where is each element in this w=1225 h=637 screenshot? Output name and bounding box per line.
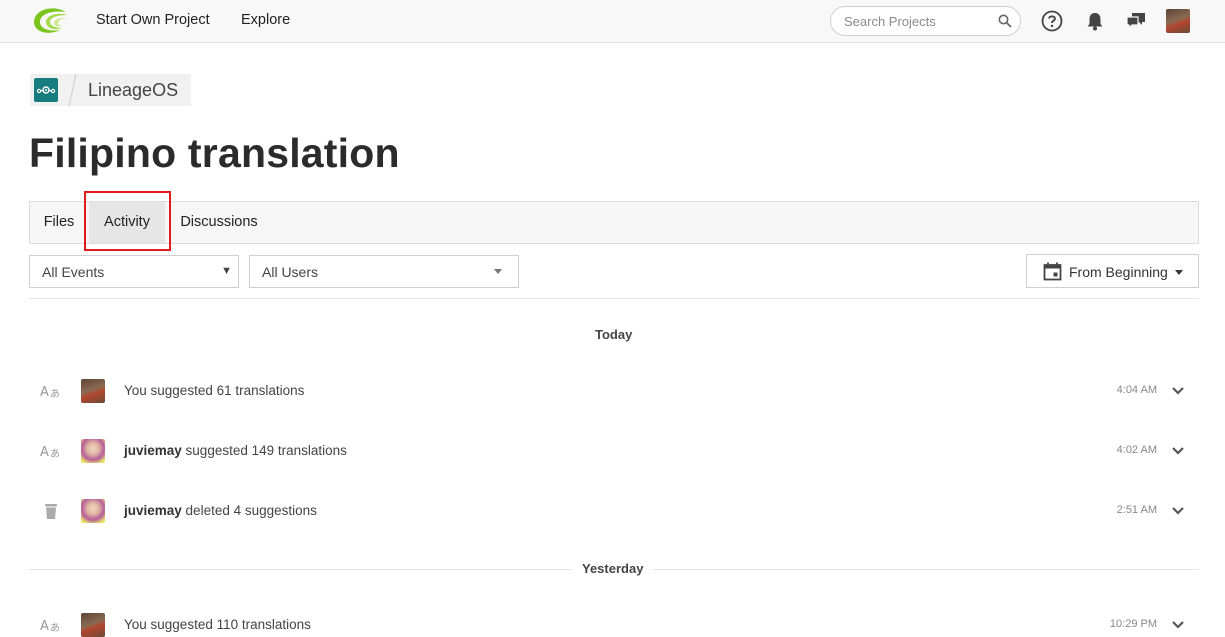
events-filter-select[interactable]: All Events ▼ — [29, 255, 239, 288]
user-avatar[interactable] — [1166, 9, 1190, 33]
help-icon[interactable] — [1041, 10, 1063, 32]
bell-icon[interactable] — [1084, 10, 1106, 32]
tab-files[interactable]: Files — [30, 202, 88, 243]
day-heading-today: Today — [585, 327, 643, 342]
activity-time: 2:51 AM — [1116, 504, 1157, 516]
activity-time: 4:04 AM — [1116, 384, 1157, 396]
activity-action: suggested 149 translations — [181, 443, 347, 458]
lineageos-logo-icon — [36, 86, 56, 94]
svg-text:あ: あ — [50, 388, 60, 400]
avatar[interactable] — [81, 379, 105, 403]
tab-activity[interactable]: Activity — [89, 202, 165, 243]
project-name: LineageOS — [88, 80, 179, 100]
chevron-down-icon[interactable] — [1171, 384, 1185, 398]
translate-icon: A あ — [40, 445, 60, 460]
activity-time: 10:29 PM — [1109, 618, 1157, 630]
search-icon[interactable] — [998, 14, 1012, 28]
caret-down-icon: ▼ — [221, 265, 232, 277]
day-heading-yesterday: Yesterday — [572, 561, 654, 576]
activity-user-link[interactable]: juviemay — [124, 503, 182, 518]
divider — [29, 298, 1199, 299]
translate-icon: A あ — [40, 385, 60, 400]
chevron-down-icon[interactable] — [1171, 504, 1185, 518]
avatar[interactable] — [81, 613, 105, 637]
tab-discussions[interactable]: Discussions — [170, 202, 268, 243]
search-box — [830, 6, 1021, 36]
trash-icon — [45, 504, 57, 519]
activity-time: 4:02 AM — [1116, 444, 1157, 456]
project-logo — [34, 78, 58, 102]
nav-explore[interactable]: Explore — [241, 12, 290, 28]
svg-text:A: A — [40, 619, 49, 634]
chevron-down-icon[interactable] — [1171, 618, 1185, 632]
activity-item: A あ You suggested 61 translations 4:04 A… — [29, 376, 1199, 406]
activity-text: You suggested 61 translations — [124, 383, 305, 398]
svg-text:あ: あ — [50, 622, 60, 634]
caret-down-icon — [1175, 270, 1183, 275]
search-input[interactable] — [844, 13, 994, 30]
users-filter-value: All Users — [262, 264, 319, 280]
page-title: Filipino translation — [29, 130, 400, 176]
tab-bar: Files Activity Discussions — [29, 201, 1199, 244]
activity-action: deleted 4 suggestions — [181, 503, 317, 518]
activity-text: juviemay suggested 149 translations — [124, 443, 347, 458]
caret-down-icon — [494, 269, 502, 274]
nav-start-own-project[interactable]: Start Own Project — [96, 12, 210, 28]
chevron-down-icon[interactable] — [1171, 444, 1185, 458]
activity-text: juviemay deleted 4 suggestions — [124, 503, 317, 518]
users-filter-select[interactable]: All Users — [249, 255, 519, 288]
date-range-label: From Beginning — [1069, 264, 1168, 280]
activity-item: A あ You suggested 110 translations 10:29… — [29, 610, 1199, 637]
svg-text:A: A — [40, 445, 49, 460]
activity-item: juviemay deleted 4 suggestions 2:51 AM — [29, 496, 1199, 526]
date-range-button[interactable]: From Beginning — [1026, 254, 1199, 288]
avatar[interactable] — [81, 439, 105, 463]
top-navbar: Start Own Project Explore — [0, 0, 1225, 43]
calendar-icon — [1043, 262, 1062, 281]
avatar[interactable] — [81, 499, 105, 523]
activity-item: A あ juviemay suggested 149 translations … — [29, 436, 1199, 466]
svg-text:あ: あ — [50, 448, 60, 460]
translate-icon: A あ — [40, 619, 60, 634]
project-breadcrumb[interactable]: LineageOS — [30, 74, 191, 106]
events-filter-value: All Events — [42, 264, 105, 280]
breadcrumb-divider — [68, 74, 77, 106]
messages-icon[interactable] — [1125, 10, 1147, 32]
activity-user-link[interactable]: juviemay — [124, 443, 182, 458]
crowdin-logo-icon[interactable] — [30, 6, 70, 36]
svg-text:A: A — [40, 385, 49, 400]
activity-text: You suggested 110 translations — [124, 617, 311, 632]
